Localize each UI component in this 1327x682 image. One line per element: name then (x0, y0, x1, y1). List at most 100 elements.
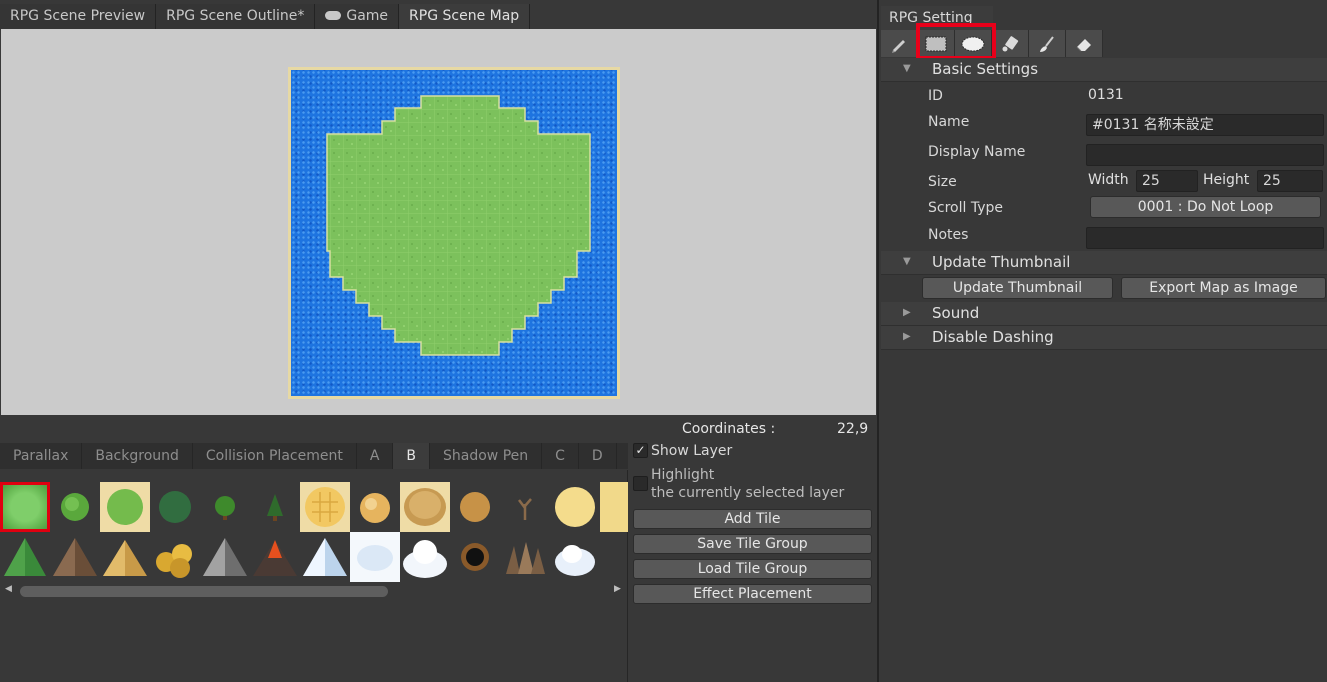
highlight-label-line1: Highlight (651, 467, 715, 483)
scroll-left-icon[interactable]: ◀ (5, 584, 12, 594)
pencil-icon[interactable] (881, 30, 918, 57)
tab-scene-map[interactable]: RPG Scene Map (399, 4, 531, 29)
fill-bucket-icon[interactable] (992, 30, 1029, 57)
hole-tile-icon[interactable] (450, 532, 500, 582)
sand-edge-tile-icon[interactable] (600, 482, 628, 532)
coordinates-label: Coordinates : (682, 421, 776, 437)
tab-scene-outline[interactable]: RPG Scene Outline* (156, 4, 316, 29)
layer-tab-collision-placement[interactable]: Collision Placement (193, 443, 357, 469)
tab-rpg-setting[interactable]: RPG Setting (881, 6, 993, 30)
volcano-tile-icon[interactable] (250, 532, 300, 582)
add-tile-button[interactable]: Add Tile (633, 509, 872, 529)
size-label: Size (928, 174, 957, 190)
rectangle-icon[interactable] (918, 30, 955, 57)
scroll-type-dropdown[interactable]: 0001 : Do Not Loop (1090, 196, 1321, 218)
layer-tab-background[interactable]: Background (82, 443, 193, 469)
save-tile-group-button[interactable]: Save Tile Group (633, 534, 872, 554)
update-thumbnail-header[interactable]: ▼ Update Thumbnail (881, 251, 1327, 275)
rock-mountain-tile-icon[interactable] (50, 532, 100, 582)
layer-options-panel: ✓ Show Layer Highlight the currently sel… (629, 441, 877, 682)
gray-mountain-tile-icon[interactable] (200, 532, 250, 582)
rock-spikes-tile-icon[interactable] (500, 532, 550, 582)
pine-tile-icon[interactable] (250, 482, 300, 532)
snow-rock-tile-icon[interactable] (550, 532, 600, 582)
expanded-triangle-icon: ▼ (903, 63, 911, 74)
scrollbar-thumb[interactable] (20, 586, 388, 597)
export-map-image-button[interactable]: Export Map as Image (1121, 277, 1326, 299)
sound-title: Sound (932, 304, 980, 322)
editor-tabbar: RPG Scene Preview RPG Scene Outline* Gam… (0, 4, 531, 29)
update-thumbnail-button[interactable]: Update Thumbnail (922, 277, 1113, 299)
tab-game-label: Game (346, 8, 389, 24)
layer-tab-d[interactable]: D (579, 443, 617, 469)
tab-game[interactable]: Game (315, 4, 400, 29)
tab-scene-preview[interactable]: RPG Scene Preview (0, 4, 157, 29)
basic-settings-header[interactable]: ▼ Basic Settings (881, 58, 1327, 82)
name-field[interactable]: #0131 名称未設定 (1086, 114, 1324, 136)
load-tile-group-button[interactable]: Load Tile Group (633, 559, 872, 579)
bush-tile-icon[interactable] (50, 482, 100, 532)
ellipse-icon[interactable] (955, 30, 992, 57)
basic-settings-title: Basic Settings (932, 60, 1039, 78)
highlight-layer-checkbox[interactable] (633, 476, 648, 491)
sand-circle-tile-icon[interactable] (550, 482, 600, 532)
map-tool-toolbar (881, 30, 1103, 58)
layer-tabbar: Parallax Background Collision Placement … (0, 443, 628, 469)
tile-palette: ◀ ▶ (0, 470, 628, 682)
display-name-label: Display Name (928, 144, 1026, 160)
snow-mountain-tile-icon[interactable] (300, 532, 350, 582)
layer-tab-a[interactable]: A (357, 443, 394, 469)
collapsed-triangle-icon: ▶ (903, 307, 911, 318)
scroll-type-label: Scroll Type (928, 200, 1003, 216)
update-thumbnail-title: Update Thumbnail (932, 253, 1071, 271)
name-label: Name (928, 114, 970, 130)
id-value: 0131 (1088, 87, 1124, 103)
collapsed-triangle-icon: ▶ (903, 331, 911, 342)
highlight-label-line2: the currently selected layer (651, 485, 845, 501)
tree-tile-icon[interactable] (200, 482, 250, 532)
hex-sand-tile-icon[interactable] (300, 482, 350, 532)
dust-tile-icon[interactable] (450, 482, 500, 532)
map-canvas[interactable] (288, 67, 620, 399)
grass-tile-icon[interactable] (0, 482, 50, 532)
coordinates-bar: Coordinates : 22,9 (0, 419, 877, 441)
layer-tab-parallax[interactable]: Parallax (0, 443, 83, 469)
display-name-field[interactable] (1086, 144, 1324, 166)
notes-field[interactable] (1086, 227, 1324, 249)
id-label: ID (928, 88, 943, 104)
coordinates-value: 22,9 (837, 421, 869, 437)
layer-tab-b[interactable]: B (393, 443, 431, 469)
disable-dashing-header[interactable]: ▶ Disable Dashing (881, 326, 1327, 350)
dark-grass-tile-icon[interactable] (150, 482, 200, 532)
sound-header[interactable]: ▶ Sound (881, 302, 1327, 326)
grass-patch-tile-icon[interactable] (100, 482, 150, 532)
rpg-setting-pane: RPG Setting ▼ Basic Settings ID 0131 Nam… (877, 0, 1327, 682)
notes-label: Notes (928, 227, 969, 243)
island-shape (326, 95, 591, 356)
width-label: Width (1088, 172, 1129, 188)
width-field[interactable]: 25 (1136, 170, 1198, 192)
scene-map-viewport[interactable] (1, 29, 876, 415)
snow-mound-tile-icon[interactable] (400, 532, 450, 582)
palette-horizontal-scrollbar[interactable]: ◀ ▶ (0, 584, 628, 598)
forest-tile-icon[interactable] (0, 532, 50, 582)
brush-icon[interactable] (1029, 30, 1066, 57)
show-layer-label: Show Layer (651, 443, 733, 459)
island-polygon (326, 95, 591, 356)
eraser-icon[interactable] (1066, 30, 1103, 57)
effect-placement-button[interactable]: Effect Placement (633, 584, 872, 604)
dead-tree-tile-icon[interactable] (500, 482, 550, 532)
snow-cloud-tile-icon[interactable] (350, 532, 400, 582)
layer-tab-shadow-pen[interactable]: Shadow Pen (430, 443, 543, 469)
height-label: Height (1203, 172, 1250, 188)
height-field[interactable]: 25 (1257, 170, 1323, 192)
sand-rock-tile-icon[interactable] (350, 482, 400, 532)
gold-coins-tile-icon[interactable] (150, 532, 200, 582)
layer-tab-c[interactable]: C (542, 443, 579, 469)
left-pane: RPG Scene Preview RPG Scene Outline* Gam… (0, 0, 877, 682)
scroll-right-icon[interactable]: ▶ (614, 584, 621, 594)
sand-mound-tile-icon[interactable] (400, 482, 450, 532)
water-area (291, 70, 617, 396)
gold-rock-tile-icon[interactable] (100, 532, 150, 582)
show-layer-checkbox[interactable]: ✓ (633, 443, 648, 458)
